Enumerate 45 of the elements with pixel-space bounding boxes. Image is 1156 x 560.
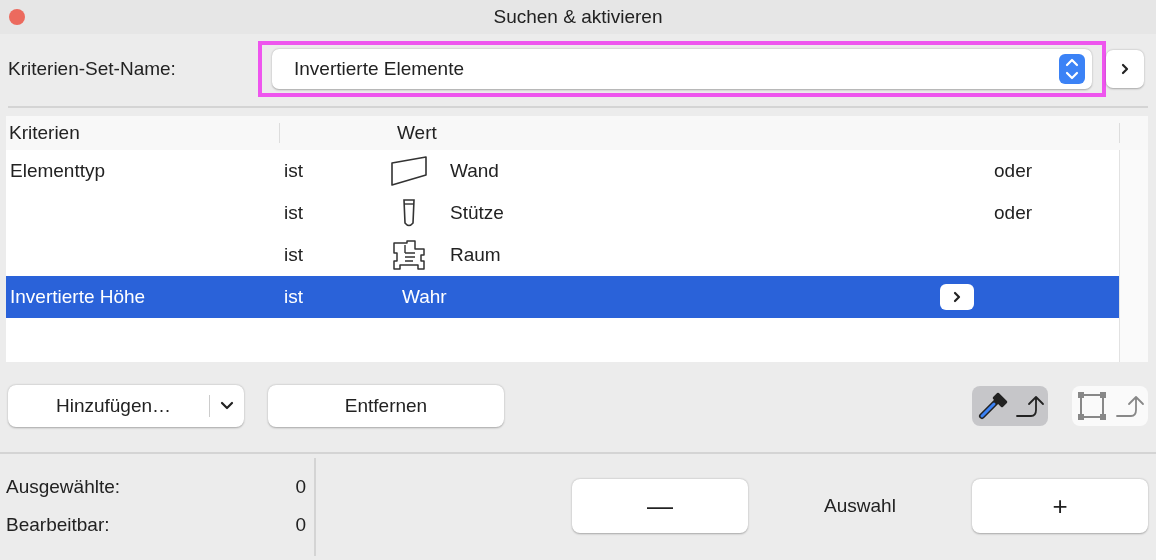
- table-cell: Wand: [450, 160, 499, 182]
- next-button[interactable]: [1106, 50, 1144, 88]
- set-name-dropdown[interactable]: Invertierte Elemente: [272, 49, 1092, 89]
- stepper-icon: [1059, 54, 1085, 84]
- column-icon: [402, 198, 416, 228]
- window-title: Suchen & aktivieren: [493, 6, 663, 28]
- table-cell: Invertierte Höhe: [10, 286, 146, 307]
- wall-icon: [390, 155, 428, 187]
- table-cell: oder: [994, 160, 1033, 181]
- table-row[interactable]: Elementtyp ist Wand oder: [6, 150, 1119, 192]
- stat-value: 0: [295, 476, 306, 498]
- stat-value: 0: [295, 514, 306, 536]
- table-cell: Stütze: [450, 202, 504, 224]
- selection-label: Auswahl: [823, 495, 897, 517]
- select-button[interactable]: +: [972, 479, 1148, 533]
- caret-down-icon: [220, 401, 234, 411]
- stat-label: Bearbeitbar:: [6, 514, 110, 536]
- tool-button[interactable]: [972, 386, 1048, 426]
- add-button[interactable]: Hinzufügen…: [8, 385, 244, 427]
- remove-button[interactable]: Entfernen: [268, 385, 504, 427]
- value-button[interactable]: [940, 284, 974, 310]
- table-cell: ist: [284, 286, 303, 307]
- table-cell: oder: [994, 202, 1033, 223]
- table-cell: ist: [284, 160, 303, 181]
- table-cell: ist: [284, 202, 303, 223]
- chevron-right-icon: [1119, 62, 1131, 76]
- field-label: Kriterien-Set-Name:: [8, 58, 177, 80]
- close-button[interactable]: [9, 9, 25, 25]
- hook-arrow-icon: [1014, 393, 1045, 419]
- chevron-right-icon: [951, 290, 963, 304]
- table-row[interactable]: ist Stütze oder: [6, 192, 1119, 234]
- table-cell: Wahr: [402, 286, 447, 308]
- table-cell: Raum: [450, 244, 501, 266]
- column-header: Wert: [397, 122, 438, 144]
- table-row[interactable]: Invertierte Höhe ist Wahr: [6, 276, 1119, 318]
- dropdown-value: Invertierte Elemente: [294, 58, 465, 80]
- deselect-button[interactable]: —: [572, 479, 748, 533]
- table-cell: ist: [284, 244, 303, 265]
- stat-label: Ausgewählte:: [6, 476, 121, 498]
- selection-frame-icon: [1075, 390, 1108, 422]
- room-icon: [391, 239, 427, 271]
- column-header: Kriterien: [8, 122, 81, 144]
- hook-arrow-icon: [1114, 393, 1145, 419]
- table-row[interactable]: ist Raum: [6, 234, 1119, 276]
- table-cell: Elementtyp: [10, 160, 106, 181]
